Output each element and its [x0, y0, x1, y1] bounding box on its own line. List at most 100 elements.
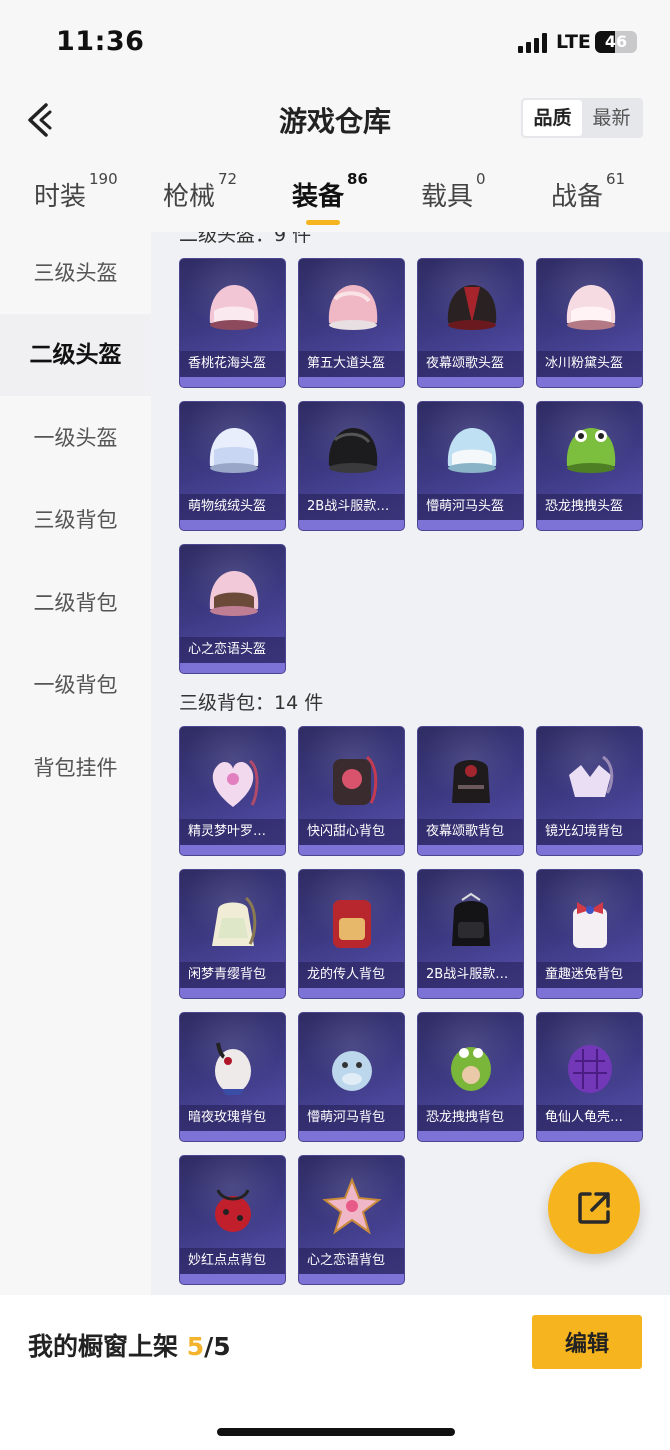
helmet-icon: [447, 285, 497, 330]
side-item-level2-backpack[interactable]: 二级背包: [0, 562, 151, 644]
item-name: 2B战斗服款头盔: [299, 494, 404, 520]
helmet-icon: [447, 428, 497, 473]
backpack-icon: [452, 892, 490, 946]
category-tabs: 时装190 枪械72 装备86 载具0 战备61: [0, 150, 670, 232]
tab-firearms[interactable]: 枪械72: [163, 170, 237, 213]
item-card[interactable]: 夜幕颂歌头盔: [417, 258, 524, 388]
item-card[interactable]: 萌物绒绒头盔: [179, 401, 286, 531]
tab-supplies[interactable]: 战备61: [551, 170, 625, 213]
sort-option-newest[interactable]: 最新: [582, 100, 641, 136]
item-name: 龙的传人背包: [299, 962, 404, 988]
tab-fashion[interactable]: 时装190: [34, 170, 118, 213]
item-name: 闲梦青缨背包: [180, 962, 285, 988]
sort-toggle: 品质 最新: [521, 98, 643, 138]
backpack-icon: [332, 1051, 372, 1091]
helmet-icon: [566, 285, 616, 330]
tab-equipment[interactable]: 装备86: [292, 170, 368, 225]
section-title: 三级背包：14 件: [179, 692, 324, 714]
item-name: 懵萌河马背包: [299, 1105, 404, 1131]
item-grid: 二级头盔：9 件 香桃花海头盔 第五大道头盔 夜幕颂歌头盔 冰川粉黛头盔 萌物绒…: [151, 232, 670, 1295]
item-card[interactable]: 暗夜玫瑰背包: [179, 1012, 286, 1142]
battery-level: 46: [604, 32, 628, 51]
battery-icon: 46: [595, 31, 637, 53]
item-card[interactable]: 龙的传人背包: [298, 869, 405, 999]
item-card[interactable]: 快闪甜心背包: [298, 726, 405, 856]
side-item-level3-helmet[interactable]: 三级头盔: [0, 232, 151, 314]
helmet-icon: [328, 285, 378, 330]
item-name: 第五大道头盔: [299, 351, 404, 377]
item-name: 童趣迷兔背包: [537, 962, 642, 988]
backpack-icon: [333, 755, 378, 805]
item-card[interactable]: 童趣迷兔背包: [536, 869, 643, 999]
item-card[interactable]: 2B战斗服款背包: [417, 869, 524, 999]
item-name: 夜幕颂歌头盔: [418, 351, 523, 377]
item-name: 2B战斗服款背包: [418, 962, 523, 988]
item-name: 镜光幻境背包: [537, 819, 642, 845]
item-card[interactable]: 懵萌河马头盔: [417, 401, 524, 531]
helmet-icon: [566, 428, 616, 473]
item-card[interactable]: 龟仙人龟壳背包: [536, 1012, 643, 1142]
network-label: LTE: [556, 31, 591, 53]
item-card[interactable]: 懵萌河马背包: [298, 1012, 405, 1142]
item-name: 心之恋语背包: [299, 1248, 404, 1274]
item-name: 恐龙拽拽头盔: [537, 494, 642, 520]
share-external-icon: [578, 1192, 610, 1224]
section-title: 二级头盔：9 件: [179, 232, 312, 246]
item-card[interactable]: 第五大道头盔: [298, 258, 405, 388]
side-item-level3-backpack[interactable]: 三级背包: [0, 479, 151, 561]
status-bar: 11:36 LTE 46: [0, 0, 670, 90]
share-button[interactable]: [548, 1162, 640, 1254]
backpack-icon: [333, 900, 371, 948]
item-card[interactable]: 香桃花海头盔: [179, 258, 286, 388]
side-item-backpack-charm[interactable]: 背包挂件: [0, 727, 151, 809]
item-card[interactable]: 闲梦青缨背包: [179, 869, 286, 999]
backpack-icon: [215, 1042, 251, 1095]
item-card[interactable]: 恐龙拽拽背包: [417, 1012, 524, 1142]
item-name: 龟仙人龟壳背包: [537, 1105, 642, 1131]
item-name: 萌物绒绒头盔: [180, 494, 285, 520]
active-tab-indicator: [306, 220, 340, 225]
home-indicator: [217, 1428, 455, 1436]
item-name: 恐龙拽拽背包: [418, 1105, 523, 1131]
backpack-icon: [322, 1177, 382, 1235]
tab-vehicles[interactable]: 载具0: [421, 170, 486, 213]
item-name: 香桃花海头盔: [180, 351, 285, 377]
item-card[interactable]: 恐龙拽拽头盔: [536, 401, 643, 531]
side-nav: 三级头盔 二级头盔 一级头盔 三级背包 二级背包 一级背包 背包挂件: [0, 232, 151, 1295]
backpack-icon: [569, 755, 614, 797]
item-card[interactable]: 冰川粉黛头盔: [536, 258, 643, 388]
page-header: 游戏仓库 品质 最新: [0, 90, 670, 150]
edit-button[interactable]: 编辑: [532, 1315, 642, 1369]
item-name: 懵萌河马头盔: [418, 494, 523, 520]
status-time: 11:36: [56, 26, 145, 57]
item-card[interactable]: 心之恋语背包: [298, 1155, 405, 1285]
item-card[interactable]: 妙红点点背包: [179, 1155, 286, 1285]
showcase-bar: 我的橱窗上架 5/5 编辑: [0, 1295, 670, 1450]
helmet-icon: [209, 428, 259, 473]
side-item-level2-helmet[interactable]: 二级头盔: [0, 314, 151, 396]
sort-option-quality[interactable]: 品质: [523, 100, 582, 136]
backpack-icon: [452, 760, 490, 803]
showcase-count: 我的橱窗上架 5/5: [28, 1332, 231, 1361]
item-card[interactable]: 镜光幻境背包: [536, 726, 643, 856]
side-item-level1-backpack[interactable]: 一级背包: [0, 644, 151, 726]
helmet-icon: [209, 571, 259, 616]
backpack-icon: [212, 759, 259, 807]
item-name: 心之恋语头盔: [180, 637, 285, 663]
item-name: 精灵梦叶罗背包: [180, 819, 285, 845]
item-card[interactable]: 2B战斗服款头盔: [298, 401, 405, 531]
helmet-icon: [209, 285, 259, 330]
helmet-icon: [328, 428, 378, 473]
item-card[interactable]: 夜幕颂歌背包: [417, 726, 524, 856]
item-name: 快闪甜心背包: [299, 819, 404, 845]
signal-icon: [518, 33, 550, 53]
backpack-icon: [573, 902, 607, 948]
backpack-icon: [215, 1189, 251, 1232]
item-card[interactable]: 心之恋语头盔: [179, 544, 286, 674]
side-item-level1-helmet[interactable]: 一级头盔: [0, 397, 151, 479]
item-name: 妙红点点背包: [180, 1248, 285, 1274]
backpack-icon: [212, 896, 257, 946]
item-name: 冰川粉黛头盔: [537, 351, 642, 377]
item-card[interactable]: 精灵梦叶罗背包: [179, 726, 286, 856]
backpack-icon: [451, 1047, 491, 1091]
